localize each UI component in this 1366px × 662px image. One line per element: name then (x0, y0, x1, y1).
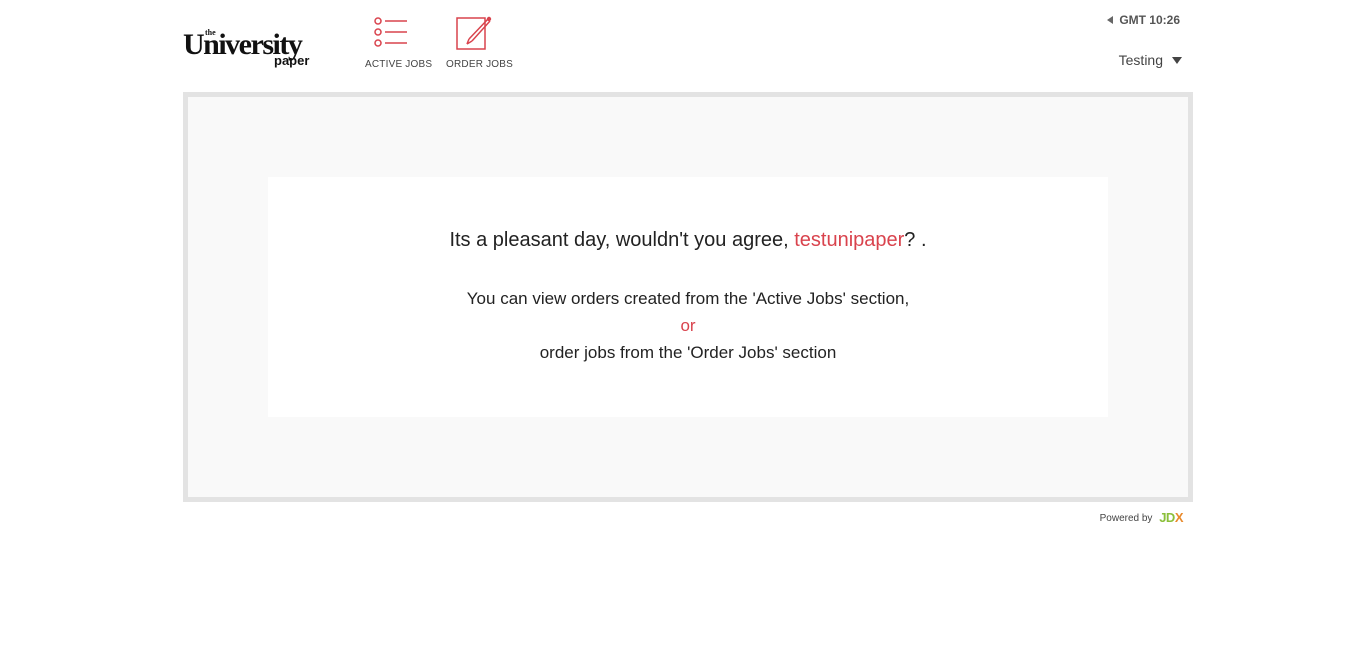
user-menu-dropdown[interactable]: Testing (1119, 52, 1182, 68)
nav-active-jobs-label: ACTIVE JOBS (365, 59, 433, 70)
info-or: or (680, 316, 696, 335)
gmt-time: GMT 10:26 (1107, 13, 1180, 27)
caret-left-icon (1107, 16, 1114, 24)
nav-order-jobs-label: ORDER JOBS (446, 59, 514, 70)
chevron-down-icon (1172, 57, 1182, 64)
powered-by: Powered by JDX (1099, 510, 1184, 525)
user-name: Testing (1118, 52, 1163, 68)
nav-active-jobs[interactable]: ACTIVE JOBS (365, 16, 433, 70)
main-panel: Its a pleasant day, wouldn't you agree, … (183, 92, 1193, 502)
powered-by-text: Powered by (1099, 513, 1153, 524)
info-text: You can view orders created from the 'Ac… (268, 285, 1108, 366)
time-text: GMT 10:26 (1119, 13, 1180, 27)
welcome-card: Its a pleasant day, wouldn't you agree, … (268, 177, 1108, 417)
info-line-active-jobs: You can view orders created from the 'Ac… (466, 289, 910, 308)
list-icon (374, 17, 407, 47)
greeting-suffix: ? . (904, 229, 927, 251)
edit-icon (456, 16, 492, 50)
jdx-logo[interactable]: JDX (1159, 510, 1183, 525)
info-line-order-jobs: order jobs from the 'Order Jobs' section (539, 343, 837, 362)
greeting-text: Its a pleasant day, wouldn't you agree, … (268, 229, 1108, 252)
university-paper-logo[interactable]: the University paper (183, 28, 343, 73)
logo-paper: paper (274, 53, 310, 68)
nav-order-jobs[interactable]: ORDER JOBS (446, 16, 514, 70)
header: the University paper ACTIVE JOBS ORDER J… (183, 0, 1193, 90)
greeting-prefix: Its a pleasant day, wouldn't you agree, (449, 229, 795, 251)
greeting-username: testunipaper (794, 229, 905, 251)
